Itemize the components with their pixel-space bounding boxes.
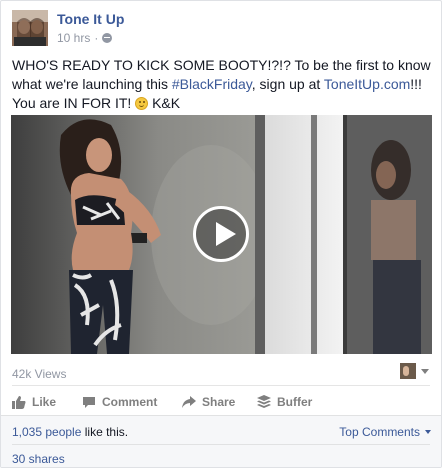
likes-section: 1,035 people like this. Top Comments 30 … xyxy=(1,415,441,467)
buffer-label: Buffer xyxy=(277,395,313,409)
post-as-selector[interactable] xyxy=(400,363,429,379)
likes-summary: 1,035 people like this. xyxy=(12,425,128,439)
like-button[interactable]: Like xyxy=(12,395,82,409)
post-text: WHO'S READY TO KICK SOME BOOTY!?!? To be… xyxy=(12,56,432,113)
post-text-part: K&K xyxy=(148,95,181,111)
thumbs-up-icon xyxy=(12,396,26,409)
divider xyxy=(12,385,430,386)
page-name[interactable]: Tone It Up xyxy=(57,11,124,27)
video-views: 42k Views xyxy=(12,367,67,381)
comment-icon xyxy=(83,396,95,408)
top-comments-label: Top Comments xyxy=(339,425,420,439)
likers-link[interactable]: 1,035 people xyxy=(12,425,81,439)
buffer-icon xyxy=(257,395,271,408)
hashtag-link[interactable]: #BlackFriday xyxy=(172,76,252,92)
post-text-part: , sign up at xyxy=(251,76,324,92)
public-globe-icon[interactable] xyxy=(102,33,113,43)
share-arrow-icon xyxy=(182,396,196,408)
comment-label: Comment xyxy=(102,395,158,409)
post-card: Tone It Up 10 hrs · WHO'S READY TO KICK … xyxy=(0,0,442,468)
chevron-down-icon xyxy=(425,430,431,434)
top-comments-selector[interactable]: Top Comments xyxy=(339,425,431,439)
like-label: Like xyxy=(32,395,57,409)
chevron-down-icon xyxy=(421,368,429,374)
post-meta: 10 hrs · xyxy=(57,31,113,45)
share-label: Share xyxy=(202,395,236,409)
smile-emoji-icon xyxy=(135,97,149,110)
action-bar: Like Comment Share Buffer xyxy=(12,392,312,412)
buffer-button[interactable]: Buffer xyxy=(257,395,312,409)
video-player[interactable] xyxy=(11,115,432,354)
website-link[interactable]: ToneItUp.com xyxy=(324,76,410,92)
page-avatar[interactable] xyxy=(12,10,48,46)
post-timestamp[interactable]: 10 hrs xyxy=(57,31,90,45)
profile-thumbnail-icon xyxy=(400,363,416,379)
play-icon[interactable] xyxy=(193,206,249,262)
divider xyxy=(12,444,430,445)
share-button[interactable]: Share xyxy=(182,395,257,409)
likes-suffix: like this. xyxy=(81,425,129,439)
meta-separator: · xyxy=(94,31,99,45)
comment-button[interactable]: Comment xyxy=(82,395,182,409)
shares-link[interactable]: 30 shares xyxy=(12,452,65,466)
